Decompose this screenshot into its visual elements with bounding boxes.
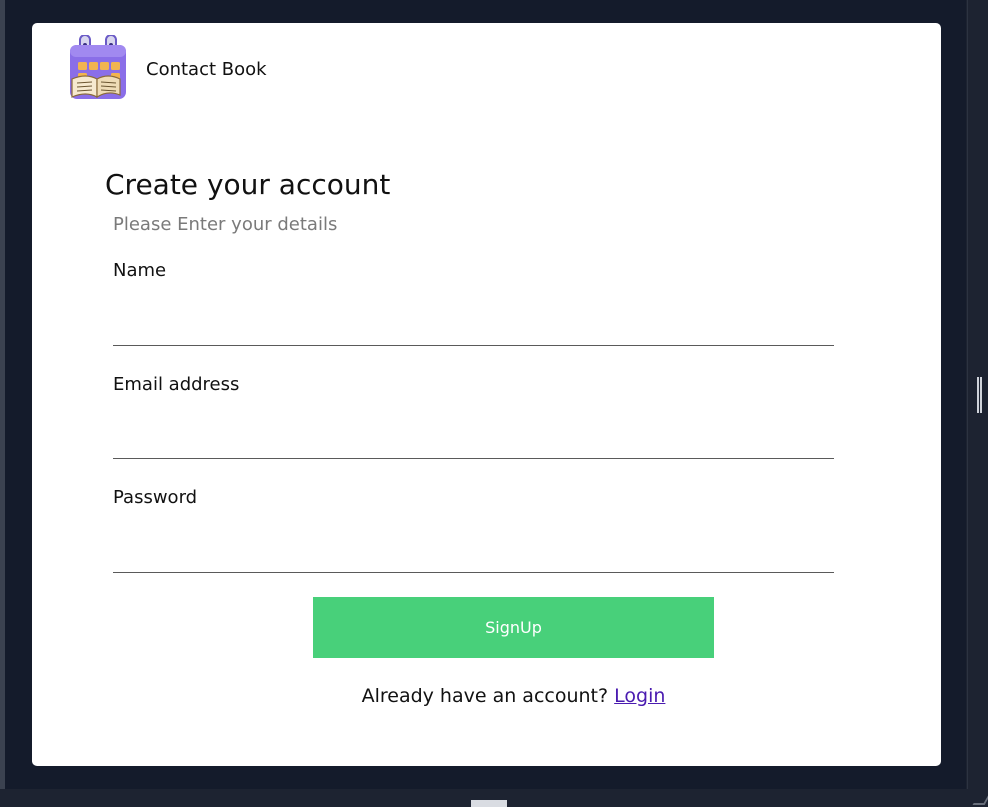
form-subtitle: Please Enter your details xyxy=(113,214,338,235)
horizontal-resize-handle[interactable] xyxy=(471,800,507,807)
password-input[interactable] xyxy=(113,536,834,573)
name-input[interactable] xyxy=(113,309,834,346)
password-label: Password xyxy=(113,487,198,508)
login-link[interactable]: Login xyxy=(614,685,665,707)
app-name: Contact Book xyxy=(146,59,267,80)
window-left-edge xyxy=(0,0,5,807)
email-label: Email address xyxy=(113,374,240,395)
form-title: Create your account xyxy=(105,168,391,201)
vertical-resize-handle[interactable] xyxy=(977,377,982,413)
calendar-book-icon xyxy=(66,34,128,103)
signup-card: Contact Book Create your account Please … xyxy=(32,23,941,766)
signup-button[interactable]: SignUp xyxy=(313,597,714,658)
login-prompt-text: Already have an account? xyxy=(361,685,609,707)
name-label: Name xyxy=(113,260,167,281)
login-prompt: Already have an account? Login xyxy=(32,685,988,707)
email-input[interactable] xyxy=(113,422,834,459)
